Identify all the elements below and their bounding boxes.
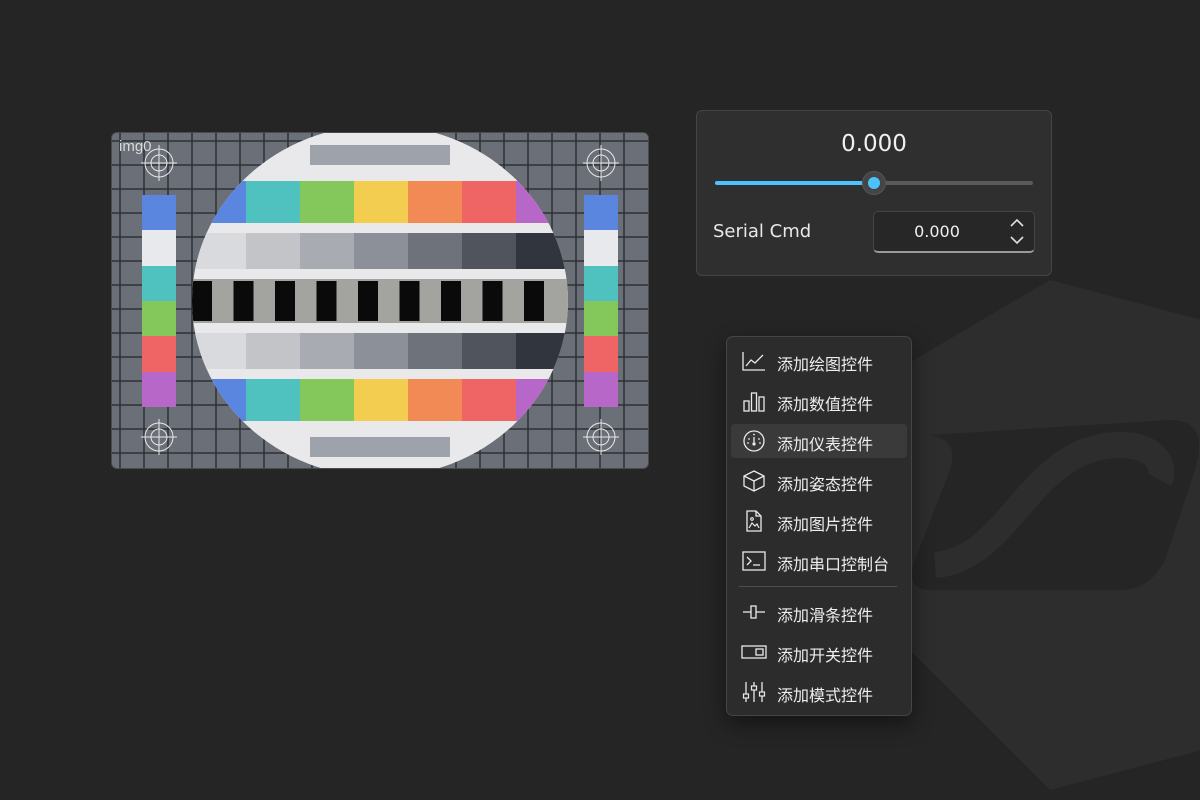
- menu-item-add-serial-console[interactable]: 添加串口控制台: [731, 544, 907, 578]
- slider-value-readout: 0.000: [841, 131, 907, 157]
- image-file-icon: [746, 510, 762, 532]
- menu-item-add-image[interactable]: 添加图片控件: [731, 504, 907, 538]
- menu-item-add-gauge[interactable]: 添加仪表控件: [731, 424, 907, 458]
- add-widget-context-menu: 添加绘图控件 添加数值控件 添加仪表控件 添加姿态控件 添加图片控件 添加串口控…: [726, 336, 912, 716]
- slider-thumb[interactable]: [862, 171, 886, 195]
- terminal-icon: [742, 551, 766, 571]
- cube-icon: [743, 470, 765, 492]
- menu-item-label: 添加数值控件: [777, 395, 874, 414]
- slider-icon: [743, 605, 765, 619]
- menu-item-label: 添加串口控制台: [777, 555, 890, 574]
- menu-separator: [739, 586, 897, 587]
- chevron-up-icon[interactable]: [1009, 216, 1025, 230]
- line-chart-icon: [742, 352, 765, 371]
- menu-item-add-slider[interactable]: 添加滑条控件: [731, 595, 907, 629]
- menu-item-label: 添加仪表控件: [777, 435, 874, 454]
- value-slider[interactable]: [715, 171, 1033, 195]
- image-widget-label: img0: [119, 138, 152, 155]
- menu-item-label: 添加模式控件: [777, 686, 874, 705]
- chevron-down-icon[interactable]: [1009, 233, 1025, 247]
- mode-tuner-icon: [742, 682, 766, 702]
- serial-cmd-spinbox[interactable]: 0.000: [873, 211, 1035, 253]
- serial-slider-panel: 0.000 Serial Cmd 0.000: [696, 110, 1052, 276]
- menu-item-add-plot[interactable]: 添加绘图控件: [731, 344, 907, 378]
- bar-chart-icon: [743, 392, 765, 412]
- menu-item-add-value[interactable]: 添加数值控件: [731, 384, 907, 418]
- switch-icon: [741, 645, 767, 659]
- menu-item-add-switch[interactable]: 添加开关控件: [731, 635, 907, 669]
- menu-item-label: 添加图片控件: [777, 515, 874, 534]
- menu-item-add-mode[interactable]: 添加模式控件: [731, 675, 907, 709]
- menu-item-add-attitude[interactable]: 添加姿态控件: [731, 464, 907, 498]
- gauge-icon: [743, 430, 765, 452]
- image-widget[interactable]: img0: [111, 132, 649, 469]
- menu-item-label: 添加绘图控件: [777, 355, 874, 374]
- menu-item-label: 添加姿态控件: [777, 475, 874, 494]
- menu-item-label: 添加滑条控件: [777, 606, 874, 625]
- left-color-bar: [142, 195, 176, 407]
- slider-fill: [715, 181, 874, 185]
- spinbox-value[interactable]: 0.000: [874, 222, 1000, 241]
- test-pattern-image: [112, 133, 648, 468]
- right-color-bar: [584, 195, 618, 407]
- serial-cmd-label: Serial Cmd: [713, 221, 812, 242]
- menu-item-label: 添加开关控件: [777, 646, 874, 665]
